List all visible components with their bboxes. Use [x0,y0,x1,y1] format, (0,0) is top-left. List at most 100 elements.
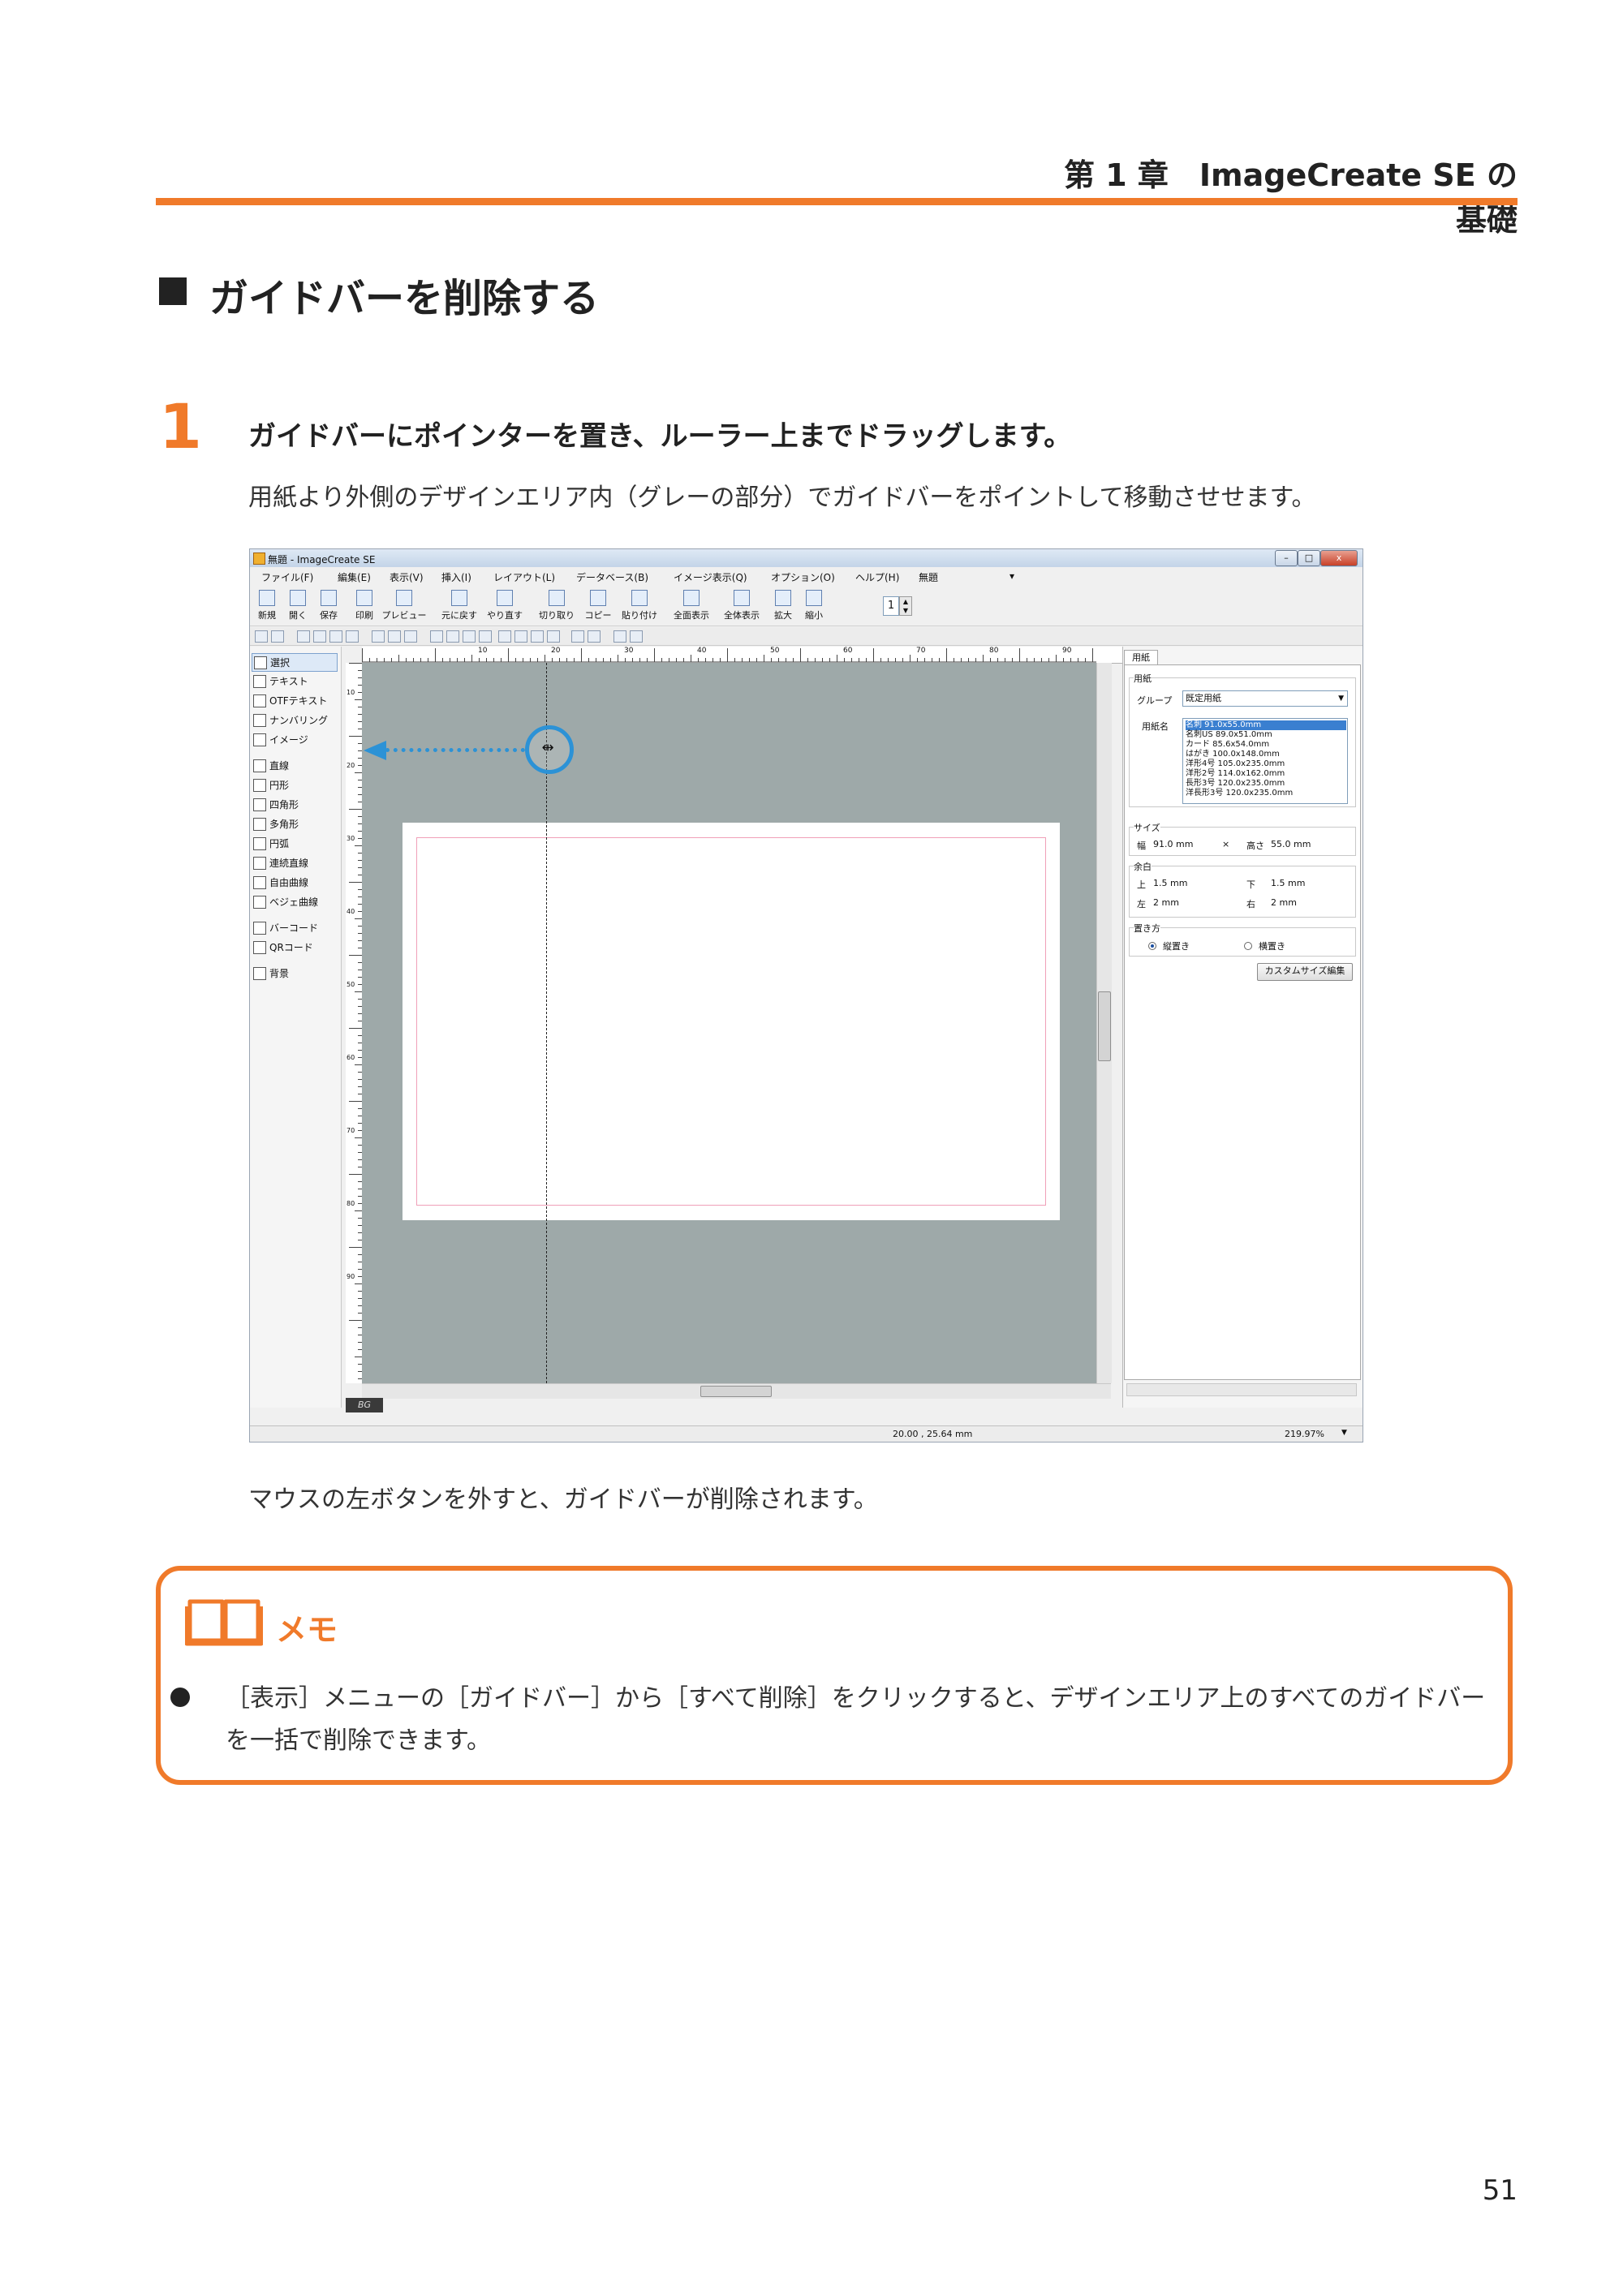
menu-image-view[interactable]: イメージ表示(Q) [674,570,747,584]
align-tool-icon[interactable] [446,630,459,643]
align-tool-icon[interactable] [463,630,476,643]
layout-tool-icon[interactable] [271,630,284,643]
print-button[interactable]: 印刷 [347,588,381,622]
tool-line[interactable]: 直線 [252,757,338,776]
cut-button[interactable]: 切り取り [534,588,579,622]
tool-barcode[interactable]: バーコード [252,919,338,938]
portrait-label[interactable]: 縦置き [1163,939,1190,952]
menu-insert[interactable]: 挿入(I) [441,570,471,584]
portrait-radio[interactable] [1148,942,1156,950]
paste-icon [631,590,648,606]
tool-qrcode[interactable]: QRコード [252,939,338,957]
redo-button[interactable]: やり直す [482,588,527,622]
right-margin-value[interactable]: 2 mm [1271,897,1297,908]
save-button[interactable]: 保存 [312,588,346,622]
layout-tool-icon[interactable] [346,630,359,643]
tool-polygon[interactable]: 多角形 [252,815,338,834]
open-button[interactable]: 開く [281,588,315,622]
zoom-in-button[interactable]: 拡大 [766,588,800,622]
left-margin-value[interactable]: 2 mm [1153,897,1179,908]
align-tool-icon[interactable] [498,630,511,643]
tab-paper[interactable]: 用紙 [1124,650,1158,665]
width-value[interactable]: 91.0 mm [1153,839,1193,849]
height-value[interactable]: 55.0 mm [1271,839,1311,849]
minimize-button[interactable]: – [1275,550,1298,566]
zoom-out-button[interactable]: 縮小 [797,588,831,622]
paper-name-list[interactable]: 名刺 91.0x55.0mm 名刺US 89.0x51.0mm カード 85.6… [1182,718,1348,804]
tool-background[interactable]: 背景 [252,965,338,983]
vertical-scroll-thumb[interactable] [1098,991,1111,1061]
align-tool-icon[interactable] [613,630,626,643]
vertical-ruler[interactable]: 10 20 30 40 50 60 70 80 90 [346,663,363,1383]
align-tool-icon[interactable] [479,630,492,643]
background-badge[interactable]: BG [346,1398,383,1412]
list-item[interactable]: 名刺US 89.0x51.0mm [1186,730,1346,740]
align-tool-icon[interactable] [531,630,544,643]
panel-horizontal-scrollbar[interactable] [1126,1383,1357,1396]
close-button[interactable]: x [1320,550,1358,566]
menu-database[interactable]: データベース(B) [576,570,648,584]
maximize-button[interactable]: □ [1298,550,1320,566]
fit-view-button[interactable]: 全体表示 [717,588,766,622]
menu-file[interactable]: ファイル(F) [261,570,313,584]
list-item[interactable]: 長形3号 120.0x235.0mm [1186,779,1346,789]
list-item[interactable]: カード 85.6x54.0mm [1186,740,1346,750]
undo-button[interactable]: 元に戻す [437,588,482,622]
align-tool-icon[interactable] [514,630,527,643]
custom-size-button[interactable]: カスタムサイズ編集 [1257,963,1353,981]
layout-tool-icon[interactable] [329,630,342,643]
landscape-label[interactable]: 横置き [1259,939,1285,952]
zoom-chevron-down-icon[interactable]: ▼ [1341,1429,1347,1437]
tool-select[interactable]: 選択 [252,653,338,672]
menu-help[interactable]: ヘルプ(H) [855,570,899,584]
menu-options[interactable]: オプション(O) [771,570,835,584]
align-tool-icon[interactable] [547,630,560,643]
tool-ellipse[interactable]: 円形 [252,776,338,795]
tool-image[interactable]: イメージ [252,731,338,750]
layout-tool-icon[interactable] [372,630,385,643]
menu-dropdown-icon[interactable]: ▾ [1010,570,1014,582]
spinner-arrows-icon[interactable]: ▲ ▼ [899,596,912,616]
tool-numbering[interactable]: ナンバリング [252,712,338,730]
menu-document[interactable]: 無題 [919,570,938,584]
layout-tool-icon[interactable] [404,630,417,643]
menu-view[interactable]: 表示(V) [390,570,424,584]
landscape-radio[interactable] [1244,942,1252,950]
tool-rectangle[interactable]: 四角形 [252,796,338,815]
layout-tool-icon[interactable] [255,630,268,643]
menu-edit[interactable]: 編集(E) [338,570,371,584]
list-item[interactable]: 洋形4号 105.0x235.0mm [1186,759,1346,769]
layout-tool-icon[interactable] [313,630,326,643]
status-zoom[interactable]: 219.97% [1285,1429,1324,1439]
tool-otf-text[interactable]: OTFテキスト [252,692,338,711]
tool-freehand[interactable]: 自由曲線 [252,874,338,892]
horizontal-scroll-thumb[interactable] [700,1386,772,1397]
menu-layout[interactable]: レイアウト(L) [493,570,555,584]
list-item[interactable]: はがき 100.0x148.0mm [1186,750,1346,759]
bottom-margin-value[interactable]: 1.5 mm [1271,878,1305,888]
save-icon [321,590,337,606]
layout-tool-icon[interactable] [297,630,310,643]
paste-button[interactable]: 貼り付け [617,588,662,622]
list-item[interactable]: 洋長形3号 120.0x235.0mm [1186,789,1346,798]
tool-text[interactable]: テキスト [252,673,338,691]
align-tool-icon[interactable] [571,630,584,643]
page-spinner[interactable]: 1 [883,596,899,616]
new-button[interactable]: 新規 [250,588,284,622]
full-view-button[interactable]: 全面表示 [667,588,716,622]
tool-arc[interactable]: 円弧 [252,835,338,853]
copy-button[interactable]: コピー [579,588,617,622]
list-item[interactable]: 名刺 91.0x55.0mm [1186,720,1346,730]
tool-polyline[interactable]: 連続直線 [252,854,338,873]
align-tool-icon[interactable] [588,630,601,643]
layout-tool-icon[interactable] [388,630,401,643]
preview-button[interactable]: プレビュー [380,588,428,622]
list-item[interactable]: 洋形2号 114.0x162.0mm [1186,769,1346,779]
group-select[interactable]: 既定用紙 ▼ [1182,690,1348,707]
align-tool-icon[interactable] [630,630,643,643]
horizontal-ruler[interactable]: 10 20 30 40 50 60 70 80 90 [362,647,1173,664]
align-tool-icon[interactable] [430,630,443,643]
select-tool-icon [254,656,267,669]
top-margin-value[interactable]: 1.5 mm [1153,878,1187,888]
tool-bezier[interactable]: ベジェ曲線 [252,893,338,912]
